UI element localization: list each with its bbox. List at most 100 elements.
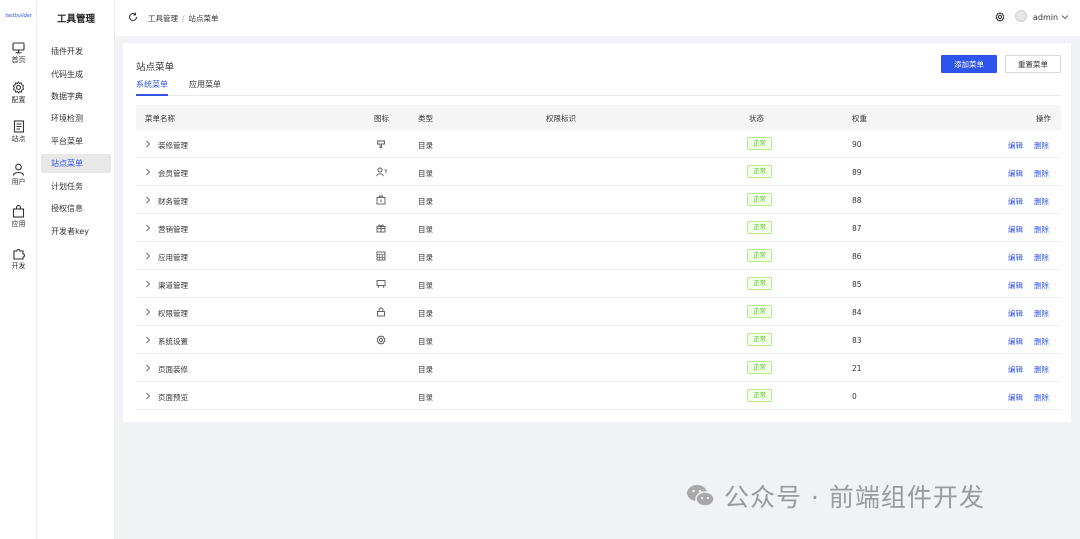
row-weight: 85 bbox=[852, 280, 862, 289]
edit-link[interactable]: 编辑 bbox=[1008, 224, 1023, 235]
nav-config[interactable]: 配置 bbox=[0, 81, 37, 105]
breadcrumb-item[interactable]: 工具管理 bbox=[148, 14, 178, 23]
chevron-right-icon[interactable] bbox=[145, 168, 151, 176]
reset-menu-button[interactable]: 重置菜单 bbox=[1005, 55, 1061, 73]
nav-apps-label: 应用 bbox=[11, 220, 26, 228]
edit-link[interactable]: 编辑 bbox=[1008, 392, 1023, 403]
nav-user-label: 用户 bbox=[11, 178, 26, 186]
row-weight: 89 bbox=[852, 168, 862, 177]
submenu-item-scheduled-tasks[interactable]: 计划任务 bbox=[41, 177, 111, 196]
row-weight: 84 bbox=[852, 308, 862, 317]
nav-site-label: 站点 bbox=[11, 135, 26, 143]
row-name: 会员管理 bbox=[158, 169, 188, 178]
grid-icon bbox=[376, 251, 386, 261]
submenu-item-dictionary[interactable]: 数据字典 bbox=[41, 87, 111, 106]
nav-config-label: 配置 bbox=[11, 96, 26, 104]
row-name: 系统设置 bbox=[158, 337, 188, 346]
chevron-right-icon[interactable] bbox=[145, 308, 151, 316]
wallet-icon bbox=[376, 195, 386, 205]
submenu-item-plugin-dev[interactable]: 插件开发 bbox=[41, 42, 111, 61]
chevron-right-icon[interactable] bbox=[145, 280, 151, 288]
tab-system-menu[interactable]: 系统菜单 bbox=[136, 79, 168, 96]
table-header: 菜单名称 图标 类型 权限标识 状态 权重 操作 bbox=[136, 105, 1061, 130]
delete-link[interactable]: 删除 bbox=[1034, 224, 1049, 235]
table-row: 渠道管理 目录 正常 85 编辑 删除 bbox=[136, 270, 1061, 298]
settings-gear-icon[interactable] bbox=[995, 12, 1005, 22]
status-badge: 正常 bbox=[747, 333, 772, 346]
add-menu-button[interactable]: 添加菜单 bbox=[941, 55, 997, 73]
submenu-item-code-gen[interactable]: 代码生成 bbox=[41, 65, 111, 84]
nav-apps[interactable]: 应用 bbox=[0, 205, 37, 229]
edit-link[interactable]: 编辑 bbox=[1008, 196, 1023, 207]
edit-link[interactable]: 编辑 bbox=[1008, 140, 1023, 151]
app-logo[interactable]: fastbuilder bbox=[3, 11, 34, 21]
chevron-right-icon[interactable] bbox=[145, 392, 151, 400]
chevron-right-icon[interactable] bbox=[145, 364, 151, 372]
delete-link[interactable]: 删除 bbox=[1034, 140, 1049, 151]
puzzle-icon bbox=[12, 249, 25, 260]
breadcrumb: 工具管理 / 站点菜单 bbox=[148, 13, 219, 24]
nav-dev[interactable]: 开发 bbox=[0, 247, 37, 271]
row-weight: 87 bbox=[852, 224, 862, 233]
chevron-right-icon[interactable] bbox=[145, 224, 151, 232]
main-nav-bar: fastbuilder 首页 配置 站点 用户 应用 开发 bbox=[0, 0, 37, 539]
header-operations: 操作 bbox=[1036, 114, 1051, 123]
submenu-item-dev-key[interactable]: 开发者key bbox=[41, 222, 111, 241]
edit-link[interactable]: 编辑 bbox=[1008, 336, 1023, 347]
watermark: 公众号 · 前端组件开发 bbox=[686, 478, 985, 514]
delete-link[interactable]: 删除 bbox=[1034, 280, 1049, 291]
row-type: 目录 bbox=[418, 393, 433, 402]
avatar[interactable] bbox=[1015, 10, 1027, 22]
delete-link[interactable]: 删除 bbox=[1034, 168, 1049, 179]
delete-link[interactable]: 删除 bbox=[1034, 308, 1049, 319]
row-name: 营销管理 bbox=[158, 225, 188, 234]
tab-app-menu[interactable]: 应用菜单 bbox=[189, 79, 221, 96]
user-name[interactable]: admin bbox=[1033, 13, 1058, 22]
edit-link[interactable]: 编辑 bbox=[1008, 364, 1023, 375]
gear-icon bbox=[12, 81, 25, 94]
chevron-right-icon[interactable] bbox=[145, 140, 151, 148]
row-name: 应用管理 bbox=[158, 253, 188, 262]
status-badge: 正常 bbox=[747, 361, 772, 374]
edit-link[interactable]: 编辑 bbox=[1008, 252, 1023, 263]
table-row: 页面装修 目录 正常 21 编辑 删除 bbox=[136, 354, 1061, 382]
row-type: 目录 bbox=[418, 337, 433, 346]
chevron-right-icon[interactable] bbox=[145, 196, 151, 204]
nav-home[interactable]: 首页 bbox=[0, 42, 37, 65]
delete-link[interactable]: 删除 bbox=[1034, 252, 1049, 263]
submenu-item-license[interactable]: 授权信息 bbox=[41, 199, 111, 218]
nav-site[interactable]: 站点 bbox=[0, 120, 37, 144]
edit-link[interactable]: 编辑 bbox=[1008, 308, 1023, 319]
row-name: 财务管理 bbox=[158, 197, 188, 206]
delete-link[interactable]: 删除 bbox=[1034, 196, 1049, 207]
row-weight: 90 bbox=[852, 140, 862, 149]
header-icon: 图标 bbox=[374, 114, 389, 123]
nav-user[interactable]: 用户 bbox=[0, 163, 37, 187]
table-row: 页面预览 目录 正常 0 编辑 删除 bbox=[136, 382, 1061, 410]
chevron-right-icon[interactable] bbox=[145, 252, 151, 260]
refresh-icon[interactable] bbox=[128, 12, 138, 22]
header-status: 状态 bbox=[749, 114, 764, 123]
lock-icon bbox=[377, 307, 385, 317]
edit-link[interactable]: 编辑 bbox=[1008, 168, 1023, 179]
row-name: 渠道管理 bbox=[158, 281, 188, 290]
row-name: 权限管理 bbox=[158, 309, 188, 318]
chevron-right-icon[interactable] bbox=[145, 336, 151, 344]
delete-link[interactable]: 删除 bbox=[1034, 364, 1049, 375]
edit-link[interactable]: 编辑 bbox=[1008, 280, 1023, 291]
table-row: 财务管理 目录 正常 88 编辑 删除 bbox=[136, 186, 1061, 214]
document-icon bbox=[13, 120, 24, 133]
status-badge: 正常 bbox=[747, 221, 772, 234]
row-weight: 86 bbox=[852, 252, 862, 261]
submenu-item-env-check[interactable]: 环境检测 bbox=[41, 109, 111, 128]
row-type: 目录 bbox=[418, 253, 433, 262]
delete-link[interactable]: 删除 bbox=[1034, 392, 1049, 403]
submenu-item-platform-menu[interactable]: 平台菜单 bbox=[41, 132, 111, 151]
row-type: 目录 bbox=[418, 225, 433, 234]
header-permission: 权限标识 bbox=[546, 114, 576, 123]
row-type: 目录 bbox=[418, 281, 433, 290]
delete-link[interactable]: 删除 bbox=[1034, 336, 1049, 347]
chevron-down-icon[interactable] bbox=[1061, 14, 1069, 20]
table-row: 系统设置 目录 正常 83 编辑 删除 bbox=[136, 326, 1061, 354]
submenu-item-site-menu[interactable]: 站点菜单 bbox=[41, 154, 111, 173]
